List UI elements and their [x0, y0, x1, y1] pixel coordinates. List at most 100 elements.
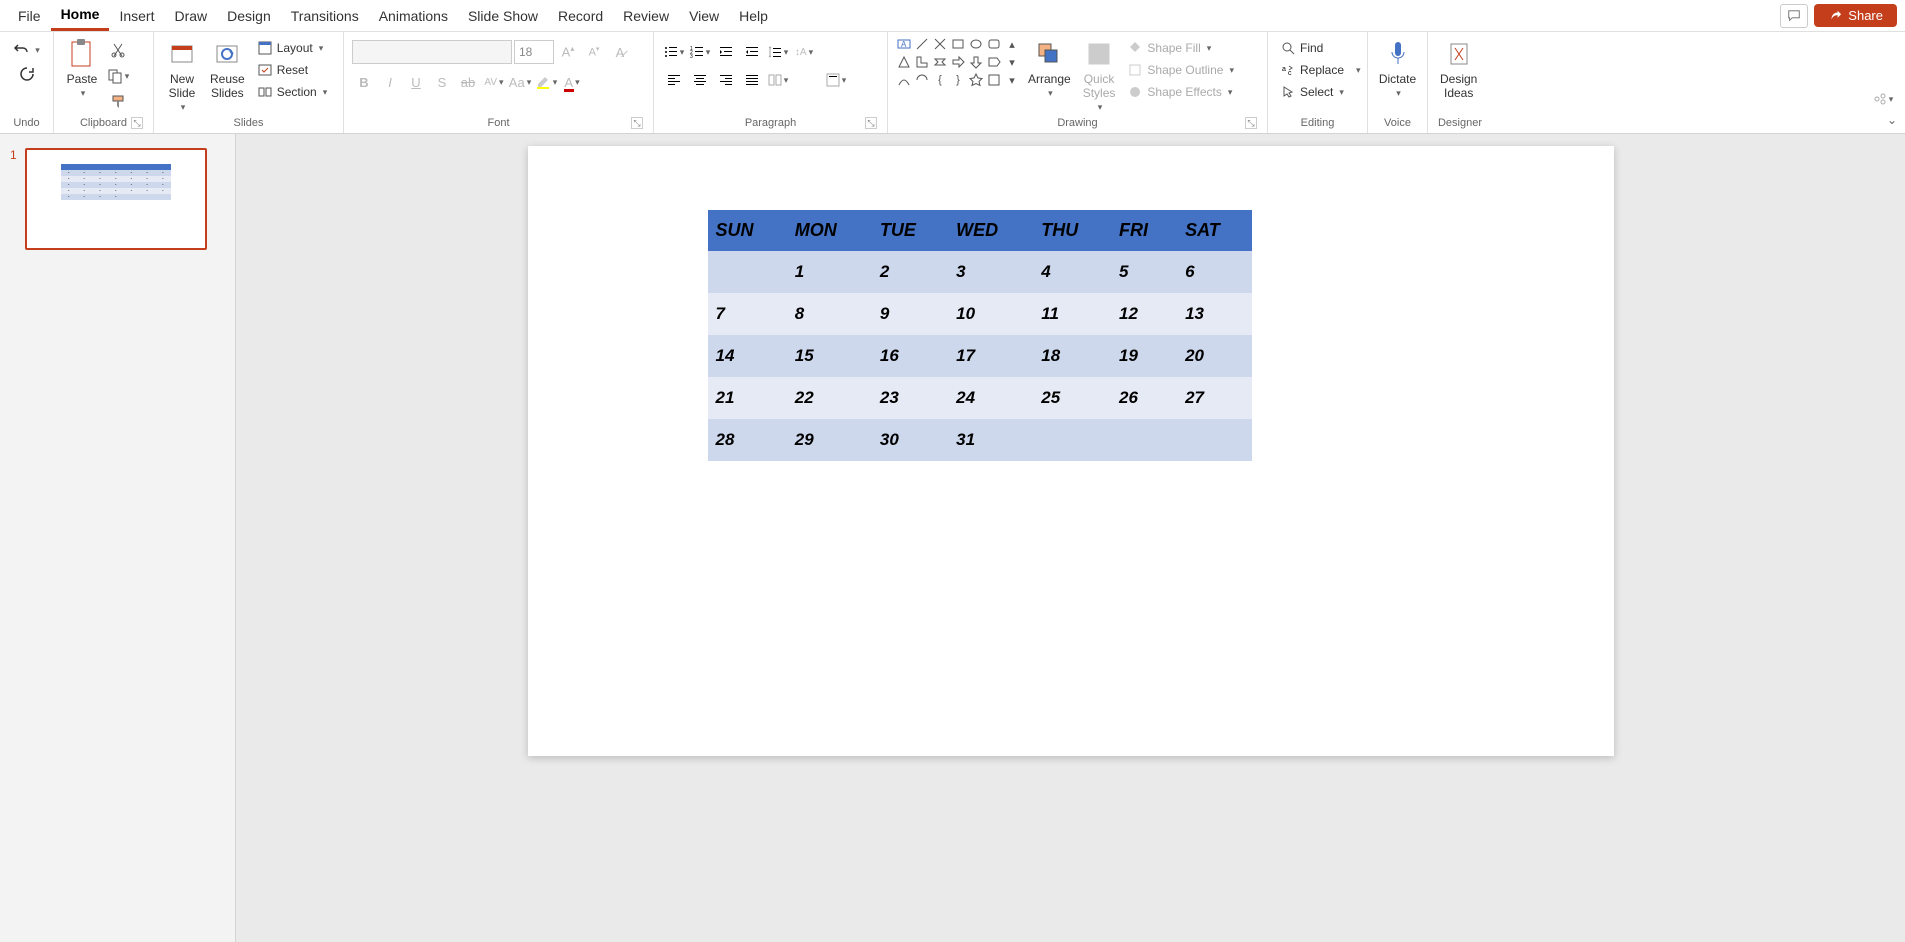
cal-cell[interactable]: [1111, 419, 1177, 461]
shape-star[interactable]: [968, 72, 984, 88]
cal-cell[interactable]: 9: [872, 293, 948, 335]
cal-cell[interactable]: 14: [708, 335, 787, 377]
section-button[interactable]: Section▾: [253, 82, 332, 102]
cal-cell[interactable]: 6: [1177, 251, 1251, 293]
shape-l[interactable]: [914, 54, 930, 70]
cal-cell[interactable]: 23: [872, 377, 948, 419]
menu-record[interactable]: Record: [548, 2, 613, 30]
cal-row[interactable]: 14151617181920: [708, 335, 1252, 377]
arrange-button[interactable]: Arrange▾: [1024, 36, 1075, 101]
menu-animations[interactable]: Animations: [369, 2, 458, 30]
shapes-scroll-down[interactable]: ▾: [1004, 54, 1020, 70]
menu-home[interactable]: Home: [51, 0, 110, 31]
cal-cell[interactable]: 12: [1111, 293, 1177, 335]
redo-button[interactable]: [15, 64, 39, 84]
bullets-button[interactable]: ▾: [662, 40, 686, 64]
cal-cell[interactable]: 1: [787, 251, 872, 293]
cal-cell[interactable]: 22: [787, 377, 872, 419]
slide-area[interactable]: SUN MON TUE WED THU FRI SAT 123456 78910…: [236, 134, 1905, 942]
cal-row[interactable]: 123456: [708, 251, 1252, 293]
shape-textbox[interactable]: A: [896, 36, 912, 52]
cal-cell[interactable]: 31: [948, 419, 1033, 461]
menu-slideshow[interactable]: Slide Show: [458, 2, 548, 30]
shape-line2[interactable]: [932, 36, 948, 52]
font-color-button[interactable]: A▾: [560, 70, 584, 94]
shapes-more[interactable]: ▾: [1004, 72, 1020, 88]
cal-header-wed[interactable]: WED: [948, 210, 1033, 251]
share-button[interactable]: Share: [1814, 4, 1897, 27]
cal-header-fri[interactable]: FRI: [1111, 210, 1177, 251]
cal-cell[interactable]: 29: [787, 419, 872, 461]
cal-cell[interactable]: 28: [708, 419, 787, 461]
align-center-button[interactable]: [688, 68, 712, 92]
align-text-button[interactable]: ▾: [824, 68, 848, 92]
increase-indent-button[interactable]: [740, 40, 764, 64]
cal-cell[interactable]: 7: [708, 293, 787, 335]
replace-button[interactable]: acReplace▾: [1276, 60, 1365, 80]
menu-file[interactable]: File: [8, 2, 51, 30]
align-left-button[interactable]: [662, 68, 686, 92]
menu-view[interactable]: View: [679, 2, 729, 30]
font-size-input[interactable]: [514, 40, 554, 64]
cal-cell[interactable]: 26: [1111, 377, 1177, 419]
quick-styles-button[interactable]: Quick Styles▾: [1079, 36, 1120, 115]
shape-curve[interactable]: [896, 72, 912, 88]
dictate-button[interactable]: Dictate▾: [1376, 36, 1419, 101]
strike-button[interactable]: ab: [456, 70, 480, 94]
select-button[interactable]: Select▾: [1276, 82, 1365, 102]
cal-cell[interactable]: [1177, 419, 1251, 461]
shapes-gallery[interactable]: A ▴ ▾ { } ▾: [896, 36, 1020, 88]
cal-header-mon[interactable]: MON: [787, 210, 872, 251]
increase-font-button[interactable]: A▴: [556, 40, 580, 64]
menu-help[interactable]: Help: [729, 2, 778, 30]
cal-header-sun[interactable]: SUN: [708, 210, 787, 251]
clear-format-button[interactable]: A̷: [608, 40, 632, 64]
clipboard-launcher[interactable]: ⤡: [131, 117, 143, 129]
align-right-button[interactable]: [714, 68, 738, 92]
cal-cell[interactable]: 15: [787, 335, 872, 377]
cal-cell[interactable]: 19: [1111, 335, 1177, 377]
menu-review[interactable]: Review: [613, 2, 679, 30]
decrease-indent-button[interactable]: [714, 40, 738, 64]
format-painter-button[interactable]: [106, 90, 130, 114]
cal-header-sat[interactable]: SAT: [1177, 210, 1251, 251]
cal-cell[interactable]: 4: [1033, 251, 1111, 293]
justify-button[interactable]: [740, 68, 764, 92]
change-case-button[interactable]: Aa▾: [508, 70, 532, 94]
cal-header-thu[interactable]: THU: [1033, 210, 1111, 251]
shape-action[interactable]: [986, 72, 1002, 88]
shape-brace2[interactable]: }: [950, 72, 966, 88]
bold-button[interactable]: B: [352, 70, 376, 94]
cal-cell[interactable]: 2: [872, 251, 948, 293]
design-ideas-button[interactable]: Design Ideas: [1436, 36, 1481, 102]
cal-cell[interactable]: 27: [1177, 377, 1251, 419]
shape-line[interactable]: [914, 36, 930, 52]
cal-cell[interactable]: 30: [872, 419, 948, 461]
paste-button[interactable]: Paste ▾: [62, 36, 102, 101]
line-spacing-button[interactable]: ▾: [766, 40, 790, 64]
cal-cell[interactable]: 8: [787, 293, 872, 335]
find-button[interactable]: Find: [1276, 38, 1365, 58]
shape-effects-button[interactable]: Shape Effects▾: [1123, 82, 1238, 102]
menu-transitions[interactable]: Transitions: [281, 2, 369, 30]
numbering-button[interactable]: 123▾: [688, 40, 712, 64]
char-spacing-button[interactable]: AV▾: [482, 70, 506, 94]
drawing-launcher[interactable]: ⤡: [1245, 117, 1257, 129]
cut-button[interactable]: [106, 38, 130, 62]
copy-button[interactable]: ▾: [106, 64, 130, 88]
new-slide-button[interactable]: New Slide▾: [162, 36, 202, 115]
paragraph-launcher[interactable]: ⤡: [865, 117, 877, 129]
shape-zigzag[interactable]: [932, 54, 948, 70]
shape-arrow[interactable]: [950, 54, 966, 70]
shapes-scroll-up[interactable]: ▴: [1004, 36, 1020, 52]
cal-header-tue[interactable]: TUE: [872, 210, 948, 251]
smartart-button[interactable]: ▾: [1871, 87, 1895, 111]
font-name-input[interactable]: [352, 40, 512, 64]
cal-cell[interactable]: 10: [948, 293, 1033, 335]
menu-insert[interactable]: Insert: [109, 2, 164, 30]
shape-arc[interactable]: [914, 72, 930, 88]
cal-cell[interactable]: 11: [1033, 293, 1111, 335]
comments-button[interactable]: [1780, 4, 1808, 28]
reset-button[interactable]: Reset: [253, 60, 332, 80]
cal-cell[interactable]: 21: [708, 377, 787, 419]
